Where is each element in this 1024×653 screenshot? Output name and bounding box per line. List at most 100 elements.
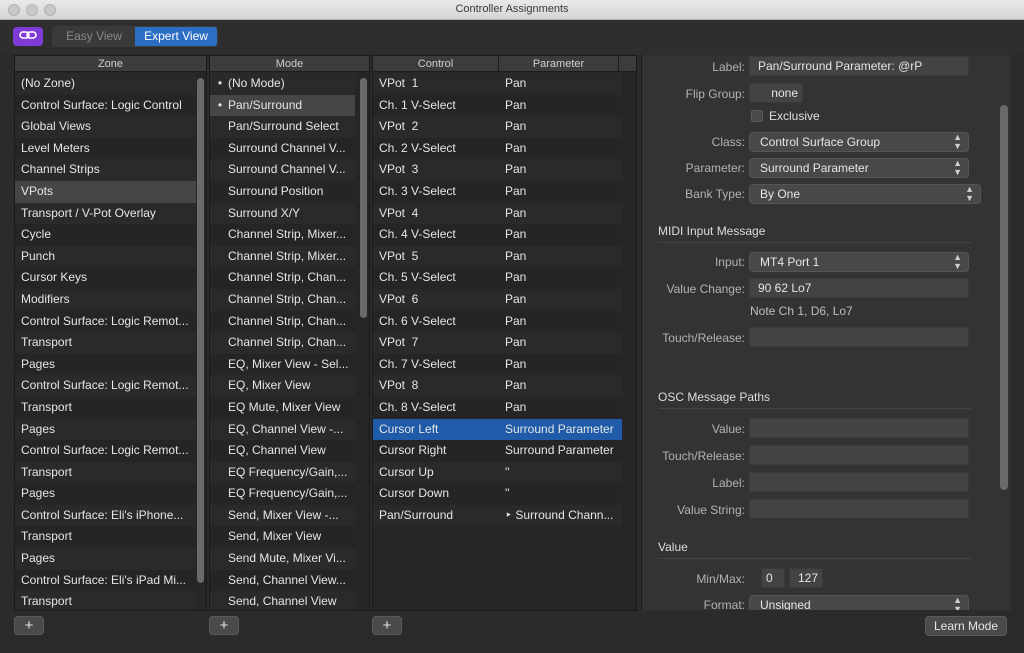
zone-list-item[interactable]: Transport <box>15 396 196 419</box>
format-popup[interactable]: Unsigned ▲ ▼ <box>749 595 969 610</box>
mode-list-item[interactable]: Surround X/Y <box>210 202 355 225</box>
touch-release-field[interactable] <box>749 327 969 347</box>
mode-list-item[interactable]: EQ, Mixer View - Sel... <box>210 353 355 376</box>
zone-list-item[interactable]: Transport <box>15 526 196 549</box>
mode-list-item[interactable]: Send, Channel View <box>210 591 355 610</box>
parameter-popup[interactable]: Surround Parameter ▲ ▼ <box>749 158 969 178</box>
link-button[interactable] <box>13 27 43 46</box>
mode-list-item[interactable]: Channel Strip, Chan... <box>210 310 355 333</box>
value-change-field[interactable]: 90 62 Lo7 <box>749 278 969 298</box>
zone-list-item[interactable]: VPots <box>15 180 196 203</box>
mode-list-item[interactable]: Send, Mixer View -... <box>210 504 355 527</box>
zone-list-item[interactable]: Level Meters <box>15 137 196 160</box>
exclusive-checkbox[interactable] <box>751 110 763 122</box>
expert-view-tab[interactable]: Expert View <box>135 27 217 46</box>
control-table-row[interactable]: VPot 1 Pan <box>373 73 622 95</box>
control-table-row[interactable]: Ch. 4 V-Select Pan <box>373 224 622 246</box>
zone-list-item[interactable]: (No Zone) <box>15 73 196 95</box>
zone-list-item[interactable]: Punch <box>15 245 196 268</box>
zone-column-header[interactable]: Zone <box>15 56 206 72</box>
mode-list-item[interactable]: EQ, Channel View <box>210 440 355 462</box>
zone-list-item[interactable]: Pages <box>15 353 196 376</box>
mode-list-item[interactable]: Channel Strip, Chan... <box>210 288 355 311</box>
zone-list-item[interactable]: Modifiers <box>15 288 196 311</box>
control-table-row[interactable]: Ch. 1 V-Select Pan <box>373 94 622 117</box>
osc-value-string-field[interactable] <box>749 499 969 519</box>
zone-scrollbar[interactable] <box>197 78 204 583</box>
zone-list-item[interactable]: Control Surface: Logic Remot... <box>15 440 196 462</box>
max-field[interactable]: 127 <box>789 568 823 588</box>
control-table-row[interactable]: VPot 7 Pan <box>373 332 622 354</box>
zone-list-item[interactable]: Control Surface: Logic Remot... <box>15 310 196 333</box>
control-table-row[interactable]: VPot 6 Pan <box>373 288 622 311</box>
mode-list-item[interactable]: EQ, Mixer View <box>210 375 355 397</box>
control-table-row[interactable]: Ch. 3 V-Select Pan <box>373 180 622 203</box>
control-table-row[interactable]: VPot 2 Pan <box>373 116 622 138</box>
control-table-row[interactable]: VPot 4 Pan <box>373 202 622 225</box>
add-zone-button[interactable]: + <box>14 616 44 635</box>
control-table-row[interactable]: Ch. 5 V-Select Pan <box>373 267 622 289</box>
min-field[interactable]: 0 <box>761 568 785 588</box>
control-table-row[interactable]: Cursor Right Surround Parameter <box>373 440 622 462</box>
label-field[interactable]: Pan/Surround Parameter: @rP <box>749 56 969 76</box>
mode-list-item[interactable]: Channel Strip, Chan... <box>210 332 355 354</box>
class-popup[interactable]: Control Surface Group ▲ ▼ <box>749 132 969 152</box>
mode-list-item[interactable]: Channel Strip, Chan... <box>210 267 355 289</box>
control-table-row[interactable]: Cursor Up '' <box>373 461 622 484</box>
mode-list-item[interactable]: • (No Mode) <box>210 73 355 95</box>
mode-list-item[interactable]: Send Mute, Mixer Vi... <box>210 548 355 570</box>
input-popup[interactable]: MT4 Port 1 ▲ ▼ <box>749 252 969 272</box>
mode-list-item[interactable]: EQ Frequency/Gain,... <box>210 483 355 505</box>
add-control-button[interactable]: + <box>372 616 402 635</box>
zone-list-item[interactable]: Pages <box>15 418 196 441</box>
mode-list-item[interactable]: Channel Strip, Mixer... <box>210 245 355 268</box>
mode-list-item[interactable]: Surround Channel V... <box>210 137 355 160</box>
control-table-row[interactable]: VPot 8 Pan <box>373 375 622 397</box>
inspector-scrollbar[interactable] <box>1000 105 1008 490</box>
zone-list-item[interactable]: Transport <box>15 461 196 484</box>
easy-view-tab[interactable]: Easy View <box>53 27 135 46</box>
zone-list-item[interactable]: Channel Strips <box>15 159 196 181</box>
mode-list-item[interactable]: Surround Channel V... <box>210 159 355 181</box>
control-table-row[interactable]: Cursor Left Surround Parameter <box>373 418 622 441</box>
osc-label-field[interactable] <box>749 472 969 492</box>
osc-touch-release-field[interactable] <box>749 445 969 465</box>
mode-list-item[interactable]: Pan/Surround Select <box>210 116 355 138</box>
zone-list-item[interactable]: Pages <box>15 548 196 570</box>
control-table-row[interactable]: Ch. 8 V-Select Pan <box>373 396 622 419</box>
mode-column-header[interactable]: Mode <box>210 56 369 72</box>
zone-list-item[interactable]: Cycle <box>15 224 196 246</box>
control-table-row[interactable]: Ch. 6 V-Select Pan <box>373 310 622 333</box>
learn-mode-button[interactable]: Learn Mode <box>925 616 1007 636</box>
zone-list-item[interactable]: Pages <box>15 483 196 505</box>
zone-list-item[interactable]: Transport <box>15 332 196 354</box>
bank-type-popup[interactable]: By One ▲ ▼ <box>749 184 981 204</box>
zone-list-item[interactable]: Transport <box>15 591 196 610</box>
control-table-row[interactable]: Ch. 7 V-Select Pan <box>373 353 622 376</box>
control-table-row[interactable]: Pan/Surround ‣ Surround Chann... <box>373 504 622 527</box>
zone-list-item[interactable]: Transport / V-Pot Overlay <box>15 202 196 225</box>
mode-scrollbar[interactable] <box>360 78 367 318</box>
zone-list-item[interactable]: Cursor Keys <box>15 267 196 289</box>
mode-list-item[interactable]: EQ Frequency/Gain,... <box>210 461 355 484</box>
mode-list-item[interactable]: Surround Position <box>210 180 355 203</box>
add-mode-button[interactable]: + <box>209 616 239 635</box>
flip-group-field[interactable]: none <box>749 83 803 103</box>
control-table-row[interactable]: VPot 5 Pan <box>373 245 622 268</box>
zone-list-item[interactable]: Global Views <box>15 116 196 138</box>
zone-list-item[interactable]: Control Surface: Logic Control <box>15 94 196 117</box>
control-table-row[interactable]: Ch. 2 V-Select Pan <box>373 137 622 160</box>
parameter-column-header[interactable]: Parameter <box>499 56 619 72</box>
control-column-header[interactable]: Control <box>373 56 499 72</box>
zone-list-item[interactable]: Control Surface: Logic Remot... <box>15 375 196 397</box>
mode-list-item[interactable]: EQ Mute, Mixer View <box>210 396 355 419</box>
mode-list-item[interactable]: Channel Strip, Mixer... <box>210 224 355 246</box>
osc-value-field[interactable] <box>749 418 969 438</box>
mode-list-item[interactable]: Send, Channel View... <box>210 569 355 592</box>
control-table-row[interactable]: Cursor Down '' <box>373 483 622 505</box>
mode-list-item[interactable]: • Pan/Surround <box>210 94 355 117</box>
control-table-row[interactable]: VPot 3 Pan <box>373 159 622 181</box>
mode-list-item[interactable]: EQ, Channel View -... <box>210 418 355 441</box>
zone-list-item[interactable]: Control Surface: Eli's iPad Mi... <box>15 569 196 592</box>
zone-list-item[interactable]: Control Surface: Eli's iPhone... <box>15 504 196 527</box>
